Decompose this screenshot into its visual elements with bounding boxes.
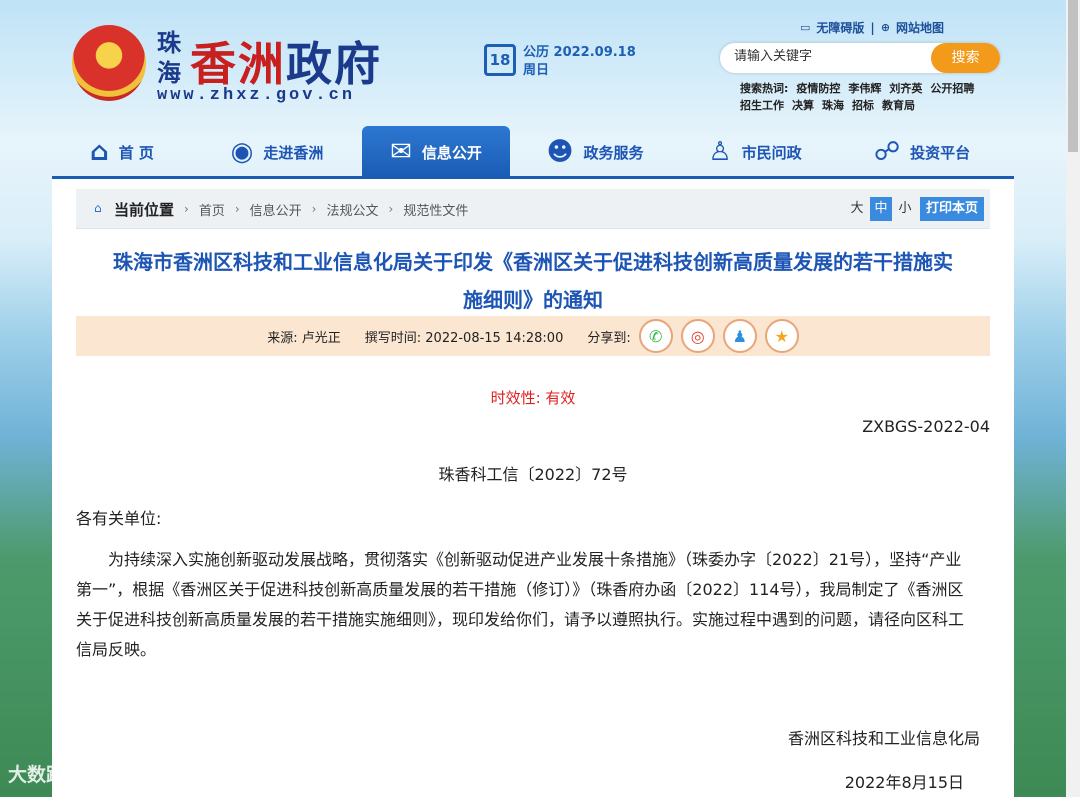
nav-citizen[interactable]: ♙ 市民问政 bbox=[680, 126, 830, 178]
mail-open-icon: ✉ bbox=[390, 137, 412, 167]
print-button[interactable]: 打印本页 bbox=[919, 197, 984, 221]
handshake-icon: ☍ bbox=[873, 137, 901, 167]
font-small-button[interactable]: 小 bbox=[894, 197, 916, 221]
watermark: 大数跨境 bbox=[8, 764, 85, 786]
vertical-scrollbar[interactable] bbox=[1066, 0, 1080, 797]
article-panel: ⌂ 当前位置 › 首页 › 信息公开 › 法规公文 › 规范性文件 大 中 小 … bbox=[52, 179, 1014, 797]
person-icon: ♙ bbox=[708, 137, 732, 167]
article-meta: 来源: 卢光正 撰写时间: 2022-08-15 14:28:00 分享到: ✆… bbox=[76, 316, 990, 356]
top-links: ▭ 无障碍版 | ⊕ 网站地图 bbox=[800, 19, 945, 36]
logo-city: 珠海 bbox=[157, 28, 181, 87]
people-icon: ☻ bbox=[546, 137, 574, 167]
breadcrumb-home[interactable]: 首页 bbox=[199, 200, 225, 219]
hot-word[interactable]: 招标 bbox=[852, 99, 874, 112]
nav-services[interactable]: ☻ 政务服务 bbox=[510, 126, 680, 178]
article-time: 撰写时间: 2022-08-15 14:28:00 bbox=[364, 330, 564, 346]
national-emblem-icon: ★ bbox=[72, 25, 146, 101]
favorite-star-icon[interactable]: ★ bbox=[764, 319, 799, 353]
weibo-icon[interactable]: ◎ bbox=[680, 319, 715, 353]
wechat-icon[interactable]: ✆ bbox=[638, 319, 673, 353]
signature: 香洲区科技和工业信息化局 bbox=[787, 729, 980, 748]
share-label: 分享到: bbox=[587, 330, 631, 346]
location-icon: ◉ bbox=[230, 137, 254, 167]
nav-investment[interactable]: ☍ 投资平台 bbox=[830, 126, 1014, 178]
article-title: 珠海市香洲区科技和工业信息化局关于印发《香洲区关于促进科技创新高质量发展的若干措… bbox=[113, 250, 953, 312]
home-icon: ⌂ bbox=[94, 201, 102, 215]
logo-url: www.zhxz.gov.cn bbox=[157, 86, 356, 105]
search-input[interactable] bbox=[734, 49, 924, 64]
breadcrumb-info[interactable]: 信息公开 bbox=[250, 200, 302, 219]
validity-status: 时效性: 有效 bbox=[490, 389, 576, 407]
breadcrumb-label: 当前位置 bbox=[114, 200, 175, 219]
search-button[interactable]: 搜索 bbox=[931, 43, 1000, 73]
hot-word[interactable]: 疫情防控 bbox=[796, 82, 840, 95]
globe-icon: ⊕ bbox=[880, 21, 891, 34]
current-date: 公历 2022.09.18 周日 bbox=[523, 45, 636, 78]
scrollbar-thumb[interactable] bbox=[1068, 0, 1078, 152]
hot-word[interactable]: 李伟辉 bbox=[848, 82, 881, 95]
sitemap-link[interactable]: 网站地图 bbox=[896, 19, 944, 36]
calendar-icon: 18 bbox=[484, 44, 516, 76]
hot-words-label: 搜索热词: bbox=[740, 82, 789, 95]
sign-date: 2022年8月15日 bbox=[844, 773, 964, 792]
document-code: ZXBGS-2022-04 bbox=[862, 417, 990, 436]
home-icon: ⌂ bbox=[90, 137, 109, 167]
hot-word[interactable]: 珠海 bbox=[822, 99, 844, 112]
greeting: 各有关单位: bbox=[76, 509, 162, 528]
article-body: 为持续深入实施创新驱动发展战略，贯彻落实《创新驱动促进产业发展十条措施》（珠委办… bbox=[76, 550, 965, 659]
share-bar: 分享到: ✆ ◎ ♟ ★ bbox=[587, 319, 799, 353]
hot-word[interactable]: 决算 bbox=[792, 99, 814, 112]
accessibility-link[interactable]: 无障碍版 bbox=[816, 19, 864, 36]
search-box: 搜索 bbox=[720, 43, 1000, 73]
font-medium-button[interactable]: 中 bbox=[869, 197, 892, 221]
nav-info-disclosure[interactable]: ✉ 信息公开 bbox=[362, 126, 510, 178]
document-number: 珠香科工信〔2022〕72号 bbox=[438, 465, 628, 484]
nav-about[interactable]: ◉ 走进香洲 bbox=[192, 126, 362, 178]
hot-word[interactable]: 公开招聘 bbox=[930, 82, 974, 95]
breadcrumb-regulations[interactable]: 法规公文 bbox=[326, 200, 378, 219]
font-large-button[interactable]: 大 bbox=[846, 197, 868, 221]
hot-words: 搜索热词: 疫情防控 李伟辉 刘齐英 公开招聘招生工作 决算 珠海 招标 教育局 bbox=[740, 80, 990, 114]
breadcrumb-normative[interactable]: 规范性文件 bbox=[403, 200, 468, 219]
font-size-controls: 大 中 小 打印本页 bbox=[846, 197, 984, 221]
nav-home[interactable]: ⌂ 首 页 bbox=[52, 126, 192, 178]
qq-icon[interactable]: ♟ bbox=[722, 319, 757, 353]
hot-word[interactable]: 教育局 bbox=[882, 99, 915, 112]
monitor-icon: ▭ bbox=[800, 21, 811, 34]
hot-word[interactable]: 刘齐英 bbox=[889, 82, 922, 95]
site-logo[interactable]: 香洲政府 bbox=[190, 28, 382, 94]
main-nav: ⌂ 首 页 ◉ 走进香洲 ✉ 信息公开 ☻ 政务服务 ♙ 市民问政 ☍ 投资平台 bbox=[52, 126, 1014, 178]
article-source: 来源: 卢光正 bbox=[267, 330, 341, 346]
breadcrumb: ⌂ 当前位置 › 首页 › 信息公开 › 法规公文 › 规范性文件 大 中 小 … bbox=[76, 189, 990, 229]
hot-word[interactable]: 招生工作 bbox=[740, 99, 784, 112]
